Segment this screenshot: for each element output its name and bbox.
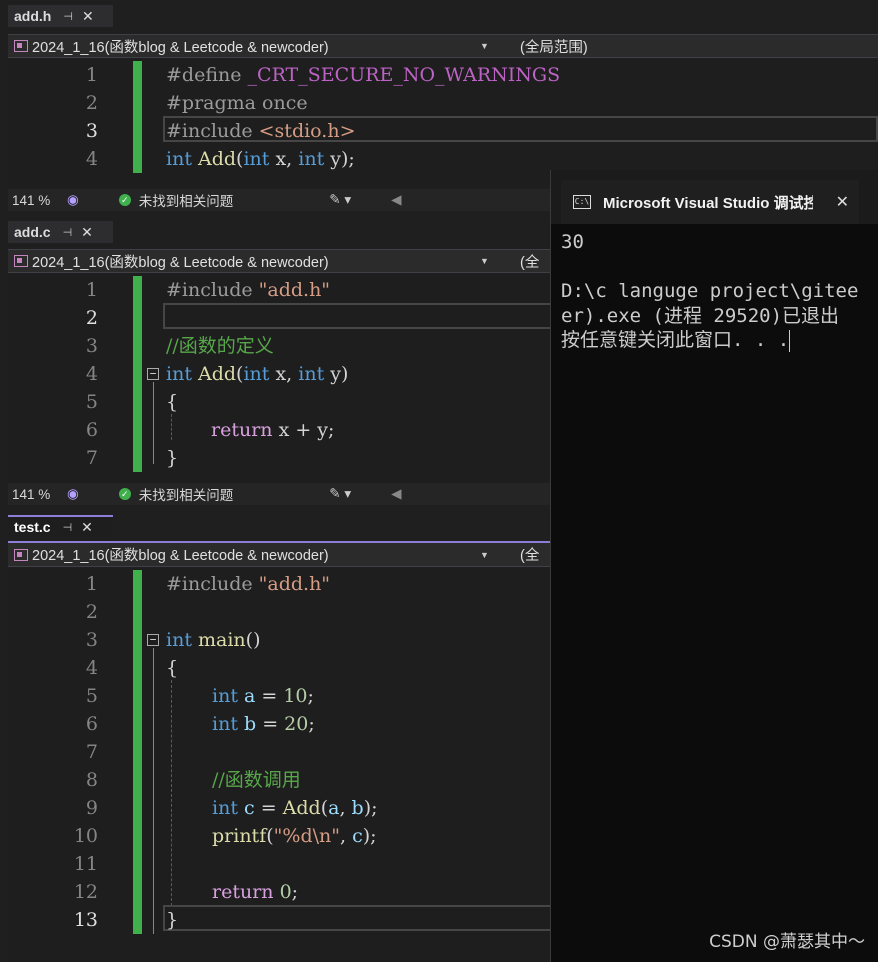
line-number: 5: [85, 685, 98, 707]
scope-dropdown[interactable]: (全: [520, 251, 539, 272]
line-number: 10: [73, 825, 98, 847]
line-number: 8: [85, 769, 98, 791]
debug-console-window[interactable]: C:\ Microsoft Visual Studio 调试控 ✕ 30 D:\c…: [550, 170, 878, 962]
line-number: 6: [85, 419, 98, 441]
terminal-icon: C:\: [573, 195, 591, 209]
close-icon[interactable]: ✕: [81, 224, 93, 241]
code-line: int main(): [166, 629, 261, 651]
project-dropdown[interactable]: 2024_1_16(函数blog & Leetcode & newcoder): [32, 36, 480, 57]
code-line: //函数调用: [212, 769, 301, 791]
code-line: int b = 20;: [212, 713, 315, 735]
project-icon: [14, 548, 28, 561]
line-number: 3: [85, 335, 98, 357]
copilot-icon[interactable]: ◉: [67, 486, 79, 502]
code-line: return 0;: [212, 881, 299, 903]
line-number: 1: [85, 573, 98, 595]
code-line: int c = Add(a, b);: [212, 797, 378, 819]
chevron-down-icon[interactable]: ▼: [480, 550, 520, 560]
tabbar-add-h: add.h ⊣ ✕: [0, 0, 878, 27]
copilot-icon[interactable]: ◉: [67, 192, 79, 208]
text-cursor: [789, 329, 791, 352]
code-line: int a = 10;: [212, 685, 314, 707]
project-dropdown[interactable]: 2024_1_16(函数blog & Leetcode & newcoder): [32, 251, 480, 272]
pin-icon[interactable]: ⊣: [63, 226, 73, 239]
line-number: 1: [85, 64, 98, 86]
line-number: 7: [85, 741, 98, 763]
line-number: 3: [85, 629, 98, 651]
zoom-level[interactable]: 141 %: [8, 487, 67, 502]
project-icon: [14, 40, 28, 52]
tab-test-c[interactable]: test.c ⊣ ✕: [8, 515, 113, 537]
pin-icon[interactable]: ⊣: [63, 521, 73, 534]
line-number: 4: [85, 657, 98, 679]
code-line: }: [166, 909, 179, 931]
brush-icon[interactable]: ✎ ▾: [329, 192, 351, 208]
line-number: 12: [73, 881, 98, 903]
line-number: 2: [85, 92, 98, 114]
line-number: 2: [85, 307, 98, 329]
code-line: {: [166, 391, 179, 413]
scroll-left-icon[interactable]: ◀: [391, 192, 401, 208]
close-icon[interactable]: ✕: [836, 192, 849, 212]
watermark: CSDN @萧瑟其中～: [709, 932, 865, 952]
line-number: 7: [85, 447, 98, 469]
tab-label: add.c: [14, 224, 51, 240]
close-icon[interactable]: ✕: [82, 8, 94, 25]
code-line: printf("%d\n", c);: [212, 825, 377, 847]
console-line: 30: [561, 231, 584, 253]
project-dropdown[interactable]: 2024_1_16(函数blog & Leetcode & newcoder): [32, 544, 480, 565]
code-line: #define _CRT_SECURE_NO_WARNINGS: [166, 64, 561, 86]
console-line: er).exe (进程 29520)已退出: [561, 304, 840, 327]
line-number: 3: [85, 120, 98, 142]
navigation-bar: 2024_1_16(函数blog & Leetcode & newcoder) …: [8, 34, 878, 58]
zoom-level[interactable]: 141 %: [8, 193, 67, 208]
code-line: }: [166, 447, 179, 469]
line-number: 4: [85, 148, 98, 170]
scope-dropdown[interactable]: (全局范围): [520, 36, 588, 57]
issues-status[interactable]: 未找到相关问题: [139, 190, 234, 210]
pin-icon[interactable]: ⊣: [63, 10, 73, 23]
check-icon: ✓: [118, 488, 131, 500]
code-line: int Add(int x, int y);: [166, 148, 355, 170]
code-line: #include <stdio.h>: [166, 120, 356, 142]
console-line: D:\c languge project\gitee: [561, 280, 859, 302]
line-number: 2: [85, 601, 98, 623]
line-number: 4: [85, 363, 98, 385]
issues-status[interactable]: 未找到相关问题: [139, 484, 234, 504]
console-output[interactable]: 30 D:\c languge project\gitee er).exe (进程 …: [561, 230, 858, 353]
console-tab[interactable]: C:\ Microsoft Visual Studio 调试控 ✕: [561, 180, 859, 224]
code-line: #include "add.h": [166, 279, 331, 301]
line-number: 5: [85, 391, 98, 413]
line-number: 6: [85, 713, 98, 735]
line-number: 11: [73, 853, 98, 875]
code-line: #pragma once: [166, 92, 308, 114]
close-icon[interactable]: ✕: [81, 519, 93, 536]
line-number: 9: [85, 797, 98, 819]
code-line: return x + y;: [211, 419, 335, 441]
line-number: 1: [85, 279, 98, 301]
console-title: Microsoft Visual Studio 调试控: [603, 194, 813, 212]
code-line: int Add(int x, int y): [166, 363, 349, 385]
code-editor-add-h[interactable]: 1 #define _CRT_SECURE_NO_WARNINGS 2 #pra…: [8, 59, 878, 187]
project-icon: [14, 255, 28, 267]
code-line: {: [166, 657, 179, 679]
brush-icon[interactable]: ✎ ▾: [329, 486, 351, 502]
tab-label: test.c: [14, 519, 51, 535]
tab-add-c[interactable]: add.c ⊣ ✕: [8, 221, 113, 243]
scope-dropdown[interactable]: (全: [520, 544, 539, 565]
code-line: //函数的定义: [166, 335, 274, 357]
tab-add-h[interactable]: add.h ⊣ ✕: [8, 5, 113, 27]
code-line: #include "add.h": [166, 573, 331, 595]
line-number: 13: [73, 909, 98, 931]
scroll-left-icon[interactable]: ◀: [391, 486, 401, 502]
chevron-down-icon[interactable]: ▼: [480, 41, 520, 51]
console-line: 按任意键关闭此窗口. . .: [561, 329, 791, 352]
chevron-down-icon[interactable]: ▼: [480, 256, 520, 266]
tab-label: add.h: [14, 8, 52, 24]
check-icon: ✓: [118, 194, 131, 206]
